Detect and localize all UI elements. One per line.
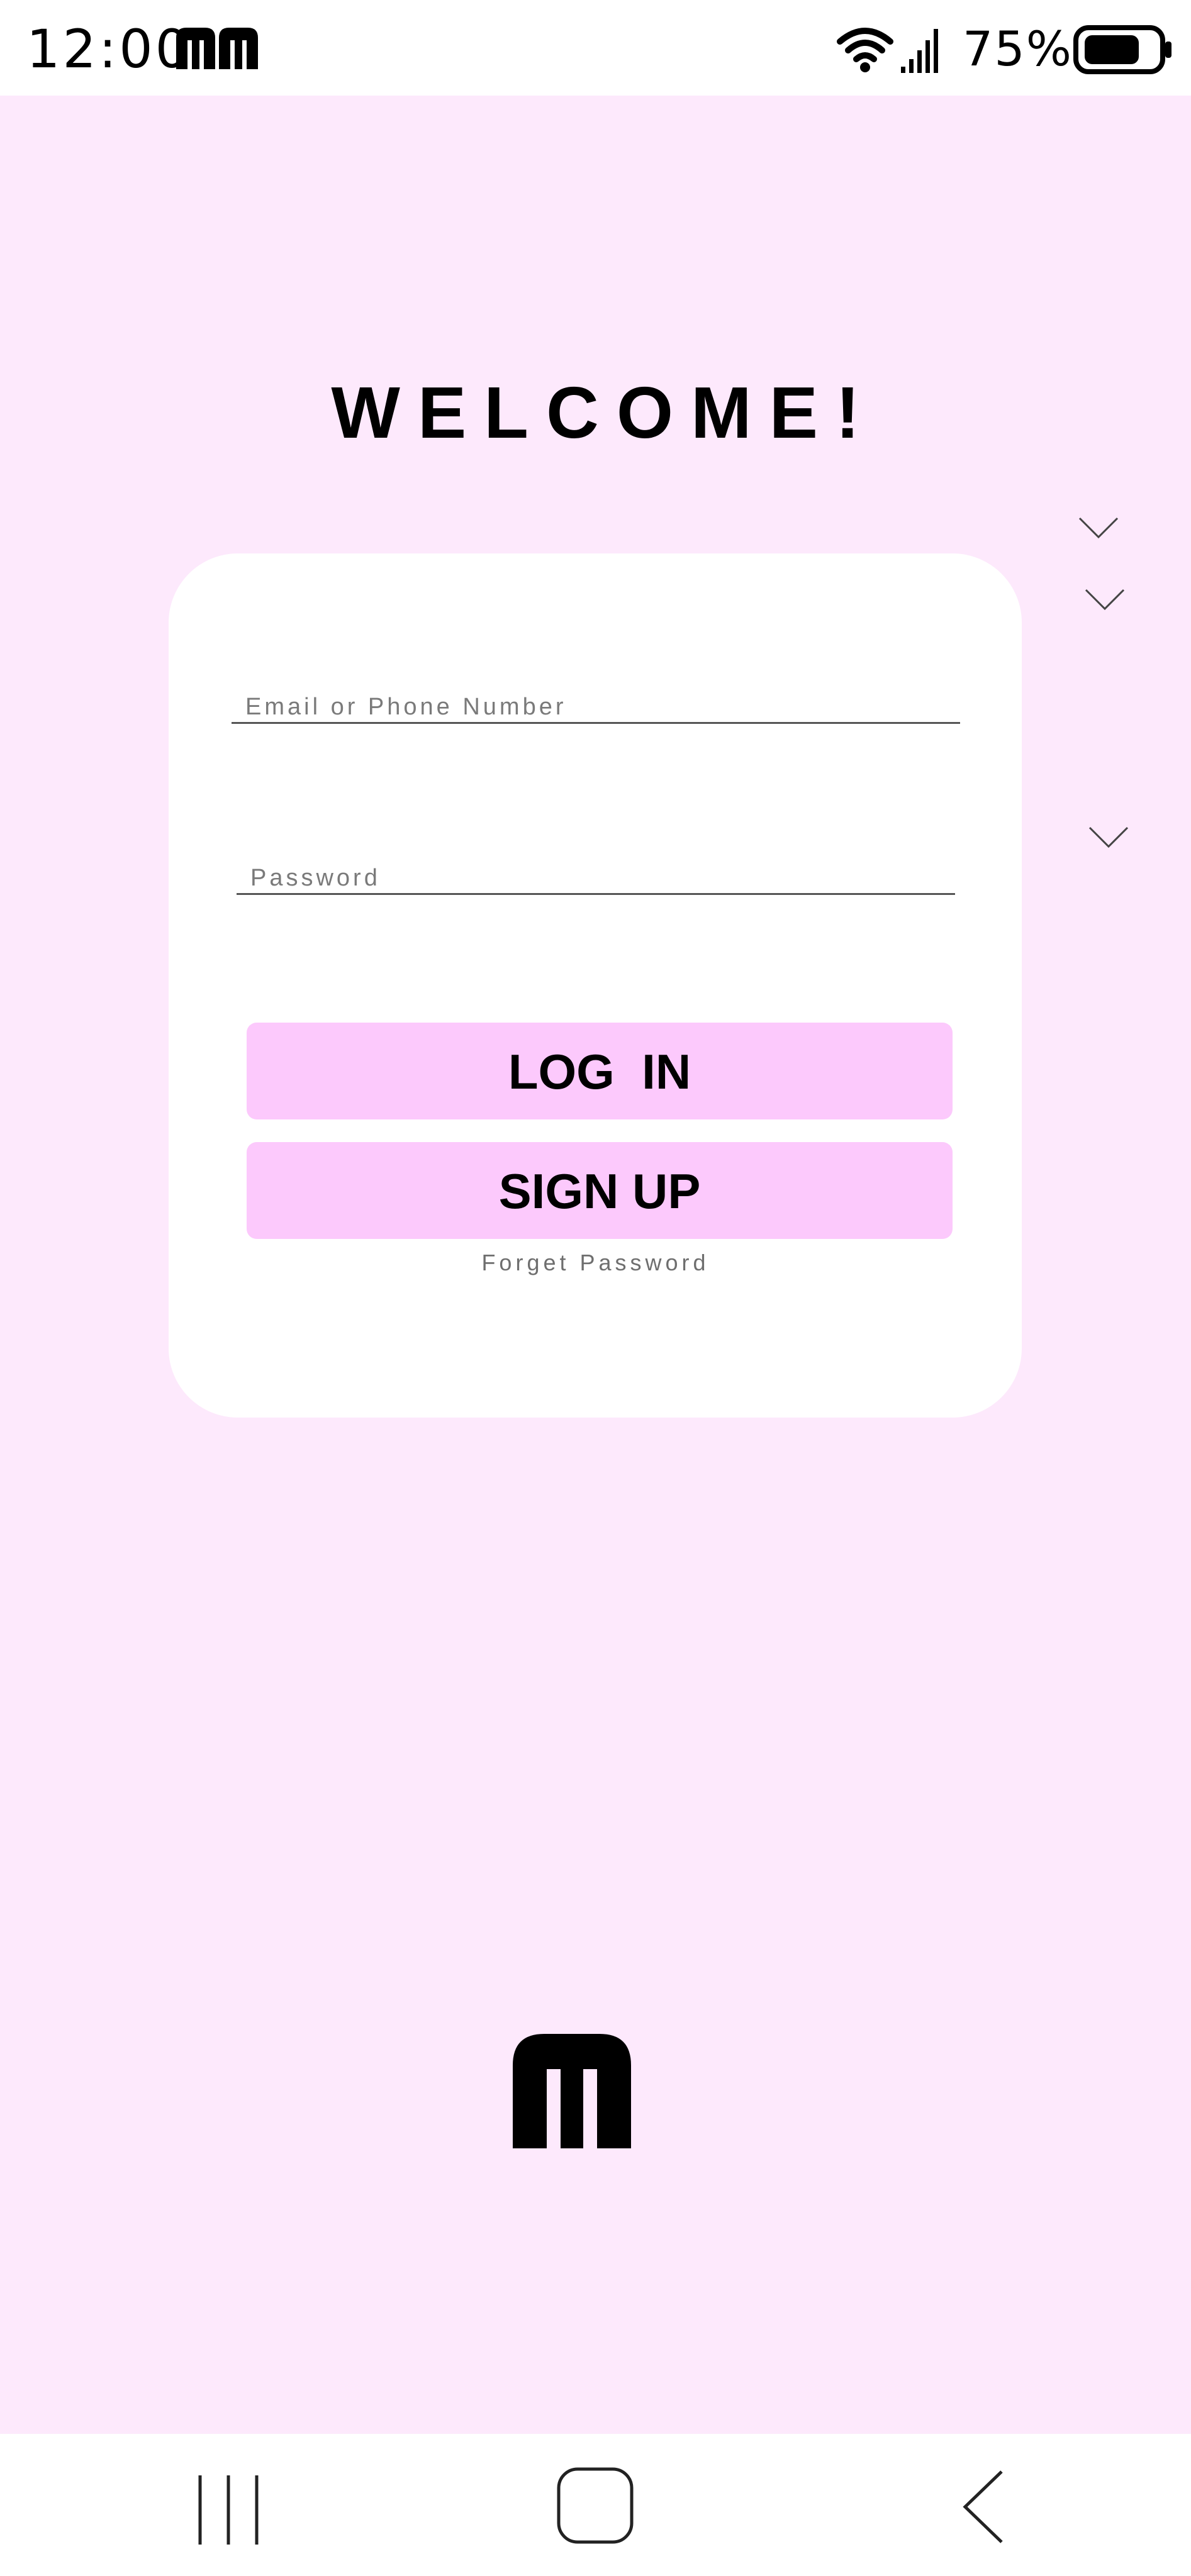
email-input[interactable]	[245, 694, 949, 721]
status-bar: 12:00 75%	[0, 0, 1191, 96]
recent-apps-icon[interactable]	[195, 2473, 262, 2547]
status-time: 12:00	[26, 18, 192, 80]
back-icon[interactable]	[961, 2469, 1005, 2545]
battery-icon	[1073, 25, 1171, 74]
password-input[interactable]	[250, 865, 944, 892]
wifi-icon	[837, 28, 893, 72]
m-logo-icon	[513, 2034, 631, 2148]
page-title: WELCOME!	[331, 372, 878, 453]
email-field[interactable]	[232, 672, 960, 724]
m-logo-icon	[219, 28, 258, 69]
forget-password-link[interactable]: Forget Password	[0, 1250, 1191, 1275]
m-logo-icon	[176, 28, 215, 69]
signup-button[interactable]: SIGN UP	[247, 1142, 953, 1239]
login-button[interactable]: LOG IN	[247, 1023, 953, 1119]
chevron-down-icon[interactable]	[1078, 517, 1119, 540]
signal-icon	[901, 29, 938, 73]
chevron-down-icon[interactable]	[1088, 826, 1129, 849]
battery-percent: 75%	[963, 21, 1073, 77]
home-icon[interactable]	[556, 2467, 634, 2545]
password-field[interactable]	[237, 843, 955, 895]
navigation-bar	[0, 2434, 1191, 2576]
chevron-down-icon[interactable]	[1085, 589, 1125, 611]
